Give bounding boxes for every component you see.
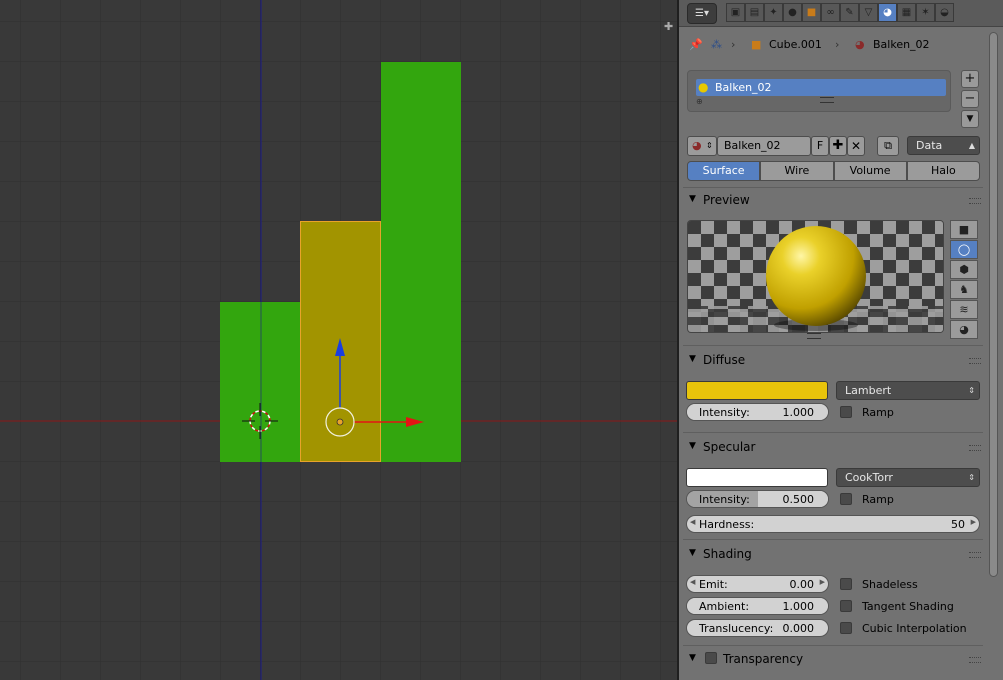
material-slot-item[interactable]: ● Balken_02 [696,79,946,96]
shading-panel-header[interactable]: ▼ Shading [683,543,983,565]
drag-grip-icon[interactable] [969,445,981,451]
tab-halo[interactable]: Halo [906,161,980,181]
material-sphere-icon: ◕ [692,139,702,152]
specular-panel-header[interactable]: ▼ Specular [683,436,983,458]
preview-sphere [766,226,866,326]
preview-panel-header[interactable]: ▼ Preview [683,189,983,211]
shadeless-label: Shadeless [862,578,918,591]
breadcrumb: 📌 ⁂ › ■ Cube.001 › ◕ Balken_02 [679,30,1003,58]
material-ball-icon: ● [698,80,709,94]
unlink-material-button[interactable]: ✕ [847,136,865,156]
physics-icon[interactable]: ◒ [935,3,954,22]
specular-ramp-checkbox[interactable] [840,493,852,505]
collapse-triangle-icon: ▼ [689,194,696,204]
preview-monkey-button[interactable]: ♞ [950,280,978,299]
scene-link-icon: ⁂ [711,38,722,51]
object-data-icon[interactable]: ▽ [859,3,878,22]
object-origin-icon [336,418,344,426]
preview-cube-button[interactable]: ⬢ [950,260,978,279]
particles-icon[interactable]: ✶ [916,3,935,22]
tangent-shading-checkbox[interactable] [840,600,852,612]
transparency-checkbox[interactable] [705,652,717,664]
drag-grip-icon[interactable] [969,552,981,558]
breadcrumb-object: Cube.001 [769,38,822,51]
ambient-slider[interactable]: Ambient: 1.000 [686,597,829,615]
properties-header: ☰▾ ▣ ▤ ✦ ● ■ ∞ ✎ ▽ ◕ ▦ ✶ ◒ [679,0,1003,27]
diffuse-intensity-slider[interactable]: Intensity: 1.000 [686,403,829,421]
translucency-slider[interactable]: Translucency: 0.000 [686,619,829,637]
3d-viewport[interactable]: ✚ [0,0,677,680]
preview-sky-button[interactable]: ◕ [950,320,978,339]
material-preview [687,220,944,333]
properties-editor: ☰▾ ▣ ▤ ✦ ● ■ ∞ ✎ ▽ ◕ ▦ ✶ ◒ 📌 ⁂ › ■ Cube.… [679,0,1003,680]
cube-icon: ■ [751,38,762,51]
resize-grip-icon[interactable] [820,97,834,103]
material-name-field[interactable]: Balken_02 [717,136,811,156]
transparency-panel-header[interactable]: ▼ Transparency [683,648,983,670]
diffuse-ramp-label: Ramp [862,406,894,419]
updown-arrows-icon: ⇕ [706,141,713,150]
specular-color-swatch[interactable] [686,468,828,487]
object-icon[interactable]: ■ [802,3,821,22]
material-sphere-icon: ◕ [855,38,865,51]
slot-specials-button[interactable]: ▼ [961,110,979,128]
editor-type-icon[interactable]: ☰▾ [687,3,717,24]
drag-grip-icon[interactable] [969,657,981,663]
new-material-button[interactable]: ✚ [829,136,847,156]
add-small-icon[interactable]: ⊕ [696,97,703,106]
bar-right [381,62,461,462]
collapse-triangle-icon: ▼ [689,548,696,558]
texture-icon[interactable]: ▦ [897,3,916,22]
preview-sphere-button[interactable]: ◯ [950,240,978,259]
render-layers-icon[interactable]: ▤ [745,3,764,22]
cubic-interpolation-checkbox[interactable] [840,622,852,634]
viewport-canvas[interactable] [0,0,677,680]
collapse-triangle-icon: ▼ [689,653,696,663]
pin-icon[interactable]: 📌 [689,38,703,51]
cubic-interpolation-label: Cubic Interpolation [862,622,967,635]
specular-intensity-slider[interactable]: Intensity: 0.500 [686,490,829,508]
drag-grip-icon[interactable] [969,358,981,364]
properties-scrollbar[interactable] [989,32,998,577]
node-icon[interactable]: ⧉ [877,136,899,156]
viewport-corner-plus-icon[interactable]: ✚ [664,20,673,33]
preview-render [688,221,943,332]
link-mode-dropdown[interactable]: Data ▲ [907,136,980,155]
hardness-field[interactable]: ◀ Hardness: 50 ▶ [686,515,980,533]
diffuse-panel-header[interactable]: ▼ Diffuse [683,349,983,371]
add-material-slot-button[interactable]: + [961,70,979,88]
material-slot-label: Balken_02 [715,81,772,94]
remove-material-slot-button[interactable]: − [961,90,979,108]
material-slot-list[interactable]: ● Balken_02 ⊕ [687,70,951,112]
preview-flat-button[interactable]: ■ [950,220,978,239]
preview-hair-button[interactable]: ≋ [950,300,978,319]
emit-field[interactable]: ◀ Emit: 0.00 ▶ [686,575,829,593]
material-type-tabs: Surface Wire Volume Halo [687,161,980,181]
breadcrumb-material: Balken_02 [873,38,930,51]
browse-material-button[interactable]: ◕ ⇕ [687,136,717,156]
drag-grip-icon[interactable] [969,198,981,204]
material-icon[interactable]: ◕ [878,3,897,22]
tab-surface[interactable]: Surface [687,161,761,181]
collapse-triangle-icon: ▼ [689,441,696,451]
modifier-icon[interactable]: ✎ [840,3,859,22]
chevron-right-icon: › [731,38,736,51]
render-icon[interactable]: ▣ [726,3,745,22]
collapse-triangle-icon: ▼ [689,354,696,364]
diffuse-color-swatch[interactable] [686,381,828,400]
preview-resize-grip-icon[interactable] [807,333,821,339]
shadeless-checkbox[interactable] [840,578,852,590]
world-icon[interactable]: ● [783,3,802,22]
specular-ramp-label: Ramp [862,493,894,506]
fake-user-button[interactable]: F [811,136,829,156]
chevron-right-icon: › [835,38,840,51]
tab-wire[interactable]: Wire [760,161,834,181]
tangent-shading-label: Tangent Shading [862,600,954,613]
scene-icon[interactable]: ✦ [764,3,783,22]
diffuse-ramp-checkbox[interactable] [840,406,852,418]
constraint-icon[interactable]: ∞ [821,3,840,22]
tab-volume[interactable]: Volume [833,161,907,181]
diffuse-shader-dropdown[interactable]: Lambert ⇕ [836,381,980,400]
specular-shader-dropdown[interactable]: CookTorr ⇕ [836,468,980,487]
